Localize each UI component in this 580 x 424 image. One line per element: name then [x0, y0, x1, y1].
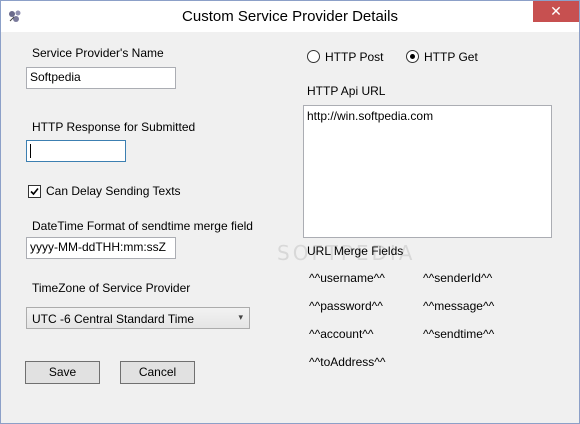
timezone-value: UTC -6 Central Standard Time: [32, 312, 195, 326]
merge-field-message: ^^message^^: [423, 299, 495, 313]
merge-field-sendtime: ^^sendtime^^: [423, 327, 495, 341]
datetime-format-label: DateTime Format of sendtime merge field: [32, 219, 253, 233]
merge-field-account: ^^account^^: [309, 327, 374, 341]
custom-service-provider-dialog: Custom Service Provider Details ✕ Servic…: [0, 0, 580, 424]
checkmark-icon: [30, 187, 39, 196]
save-button[interactable]: Save: [25, 361, 100, 384]
api-url-textarea[interactable]: http://win.softpedia.com: [303, 105, 552, 238]
chevron-down-icon: ▾: [238, 312, 243, 322]
merge-field-toaddress: ^^toAddress^^: [309, 355, 386, 369]
datetime-format-input[interactable]: yyyy-MM-ddTHH:mm:ssZ: [26, 237, 176, 259]
api-url-value: http://win.softpedia.com: [307, 109, 434, 123]
cancel-button[interactable]: Cancel: [120, 361, 195, 384]
window-title: Custom Service Provider Details: [182, 8, 398, 25]
http-post-radio[interactable]: [307, 50, 320, 63]
title-bar[interactable]: Custom Service Provider Details ✕: [1, 1, 579, 32]
close-icon: ✕: [550, 3, 562, 19]
merge-field-password: ^^password^^: [309, 299, 383, 313]
close-button[interactable]: ✕: [533, 1, 579, 22]
http-response-input[interactable]: [26, 140, 126, 162]
merge-fields-label: URL Merge Fields: [307, 244, 404, 258]
merge-field-senderid: ^^senderId^^: [423, 271, 493, 285]
http-get-label[interactable]: HTTP Get: [424, 50, 478, 64]
provider-name-label: Service Provider's Name: [32, 46, 164, 60]
http-get-radio[interactable]: [406, 50, 419, 63]
timezone-label: TimeZone of Service Provider: [32, 281, 191, 295]
delay-sending-label[interactable]: Can Delay Sending Texts: [46, 184, 181, 198]
merge-field-username: ^^username^^: [309, 271, 385, 285]
datetime-format-value: yyyy-MM-ddTHH:mm:ssZ: [30, 240, 166, 254]
delay-sending-checkbox[interactable]: [28, 185, 41, 198]
http-response-label: HTTP Response for Submitted: [32, 120, 196, 134]
api-url-label: HTTP Api URL: [307, 84, 386, 98]
text-caret: [30, 143, 31, 158]
http-post-label[interactable]: HTTP Post: [325, 50, 383, 64]
provider-name-input[interactable]: Softpedia: [26, 67, 176, 89]
timezone-select[interactable]: UTC -6 Central Standard Time ▾: [26, 307, 250, 329]
provider-name-value: Softpedia: [30, 70, 81, 84]
